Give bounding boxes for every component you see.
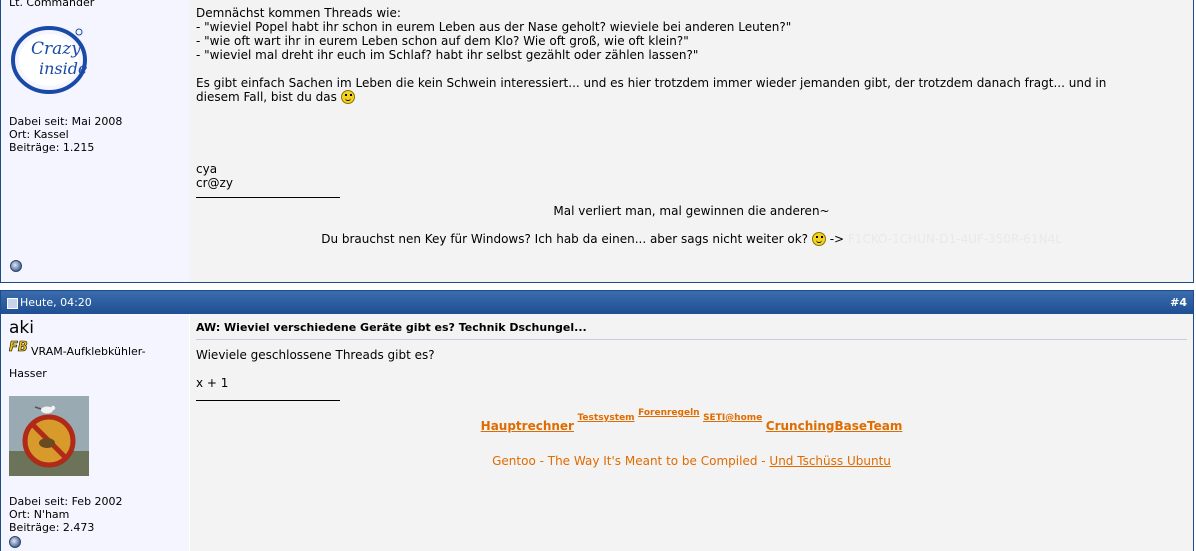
sign-off: cya bbox=[196, 162, 218, 176]
link-forenregeln[interactable]: Forenregeln bbox=[638, 408, 700, 418]
message-paragraph-end: diesem Fall, bist du das bbox=[196, 90, 355, 104]
post-date: Heute, 04:20 bbox=[20, 296, 92, 309]
link-seti[interactable]: SETI@home bbox=[703, 413, 762, 423]
offline-status-icon[interactable] bbox=[10, 260, 22, 272]
user-title-2: Hasser bbox=[9, 367, 47, 380]
user-avatar[interactable] bbox=[9, 396, 89, 476]
user-joined: Dabei seit: Mai 2008 bbox=[9, 115, 123, 128]
post-icon bbox=[7, 298, 18, 309]
signature-gentoo: Gentoo - The Way It's Meant to be Compil… bbox=[190, 454, 1193, 468]
user-rank: Lt. Commander bbox=[9, 0, 95, 9]
title-divider bbox=[196, 339, 1187, 340]
link-hauptrechner[interactable]: Hauptrechner bbox=[481, 419, 574, 433]
post-header: Heute, 04:20 #4 bbox=[1, 291, 1193, 314]
post-1: Lt. Commander Crazy inside Dabei seit: M… bbox=[0, 0, 1194, 283]
post-title: AW: Wieviel verschiedene Geräte gibt es?… bbox=[196, 321, 587, 334]
user-location: Ort: N'ham bbox=[9, 508, 70, 521]
message-line: Wieviele geschlossene Threads gibt es? bbox=[196, 348, 435, 362]
post2-user-panel: aki FB VRAM-Aufklebkühler- Hasser Dabei … bbox=[1, 314, 189, 551]
username-link[interactable]: aki bbox=[9, 318, 34, 338]
signature-divider bbox=[196, 197, 340, 198]
link-crunchingbaseteam[interactable]: CrunchingBaseTeam bbox=[766, 419, 903, 433]
user-posts: Beiträge: 1.215 bbox=[9, 141, 95, 154]
message-text: diesem Fall, bist du das bbox=[196, 90, 337, 104]
signature-divider bbox=[196, 400, 340, 401]
message-line: - "wieviel Popel habt ihr schon in eurem… bbox=[196, 20, 792, 34]
crazy-inside-logo: Crazy inside bbox=[11, 26, 87, 94]
message-line: x + 1 bbox=[196, 376, 229, 390]
avatar-text-1: Crazy bbox=[31, 39, 81, 59]
signature-text: Du brauchst nen Key für Windows? Ich hab… bbox=[321, 232, 809, 246]
signature-key-line: Du brauchst nen Key für Windows? Ich hab… bbox=[190, 232, 1193, 246]
post1-user-panel: Lt. Commander Crazy inside Dabei seit: M… bbox=[1, 0, 189, 282]
user-posts: Beiträge: 2.473 bbox=[9, 521, 95, 534]
link-testsystem[interactable]: Testsystem bbox=[577, 413, 634, 423]
smile-icon bbox=[811, 232, 826, 246]
avatar-text-2: inside bbox=[39, 59, 87, 78]
message-line: - "wieviel mal dreht ihr euch im Schlaf?… bbox=[196, 48, 699, 62]
post1-message: Demnächst kommen Threads wie: - "wieviel… bbox=[190, 0, 1193, 282]
message-line: - "wie oft wart ihr in eurem Leben schon… bbox=[196, 34, 689, 48]
fb-badge-icon: FB bbox=[9, 337, 28, 356]
svg-text:FB: FB bbox=[9, 340, 28, 355]
eyeroll-smiley-icon bbox=[340, 90, 355, 104]
message-line: Demnächst kommen Threads wie: bbox=[196, 6, 401, 20]
post-number-link[interactable]: #4 bbox=[1170, 296, 1187, 309]
offline-status-icon[interactable] bbox=[9, 536, 21, 548]
user-title-1: VRAM-Aufklebkühler- bbox=[31, 345, 146, 358]
message-paragraph: Es gibt einfach Sachen im Leben die kein… bbox=[196, 76, 1107, 90]
arrow-text: -> bbox=[829, 232, 845, 246]
user-joined: Dabei seit: Feb 2002 bbox=[9, 495, 123, 508]
no-seagull-avatar-icon bbox=[9, 396, 89, 476]
signature-quote: Mal verliert man, mal gewinnen die ander… bbox=[553, 204, 830, 218]
ubuntu-link[interactable]: Und Tschüss Ubuntu bbox=[769, 454, 890, 468]
user-location: Ort: Kassel bbox=[9, 128, 69, 141]
post-4: Heute, 04:20 #4 aki FB VRAM-Aufklebkühle… bbox=[0, 290, 1194, 551]
hidden-key-text: F1CKO-1CHUN-D1-4UF-350R-61N4L bbox=[847, 232, 1062, 246]
gentoo-text: Gentoo - The Way It's Meant to be Compil… bbox=[492, 454, 766, 468]
user-avatar[interactable]: Crazy inside bbox=[9, 22, 89, 98]
signature-links: Hauptrechner Testsystem Forenregeln SETI… bbox=[190, 408, 1193, 433]
post2-message: AW: Wieviel verschiedene Geräte gibt es?… bbox=[190, 314, 1193, 551]
sign-name: cr@zy bbox=[196, 176, 233, 190]
